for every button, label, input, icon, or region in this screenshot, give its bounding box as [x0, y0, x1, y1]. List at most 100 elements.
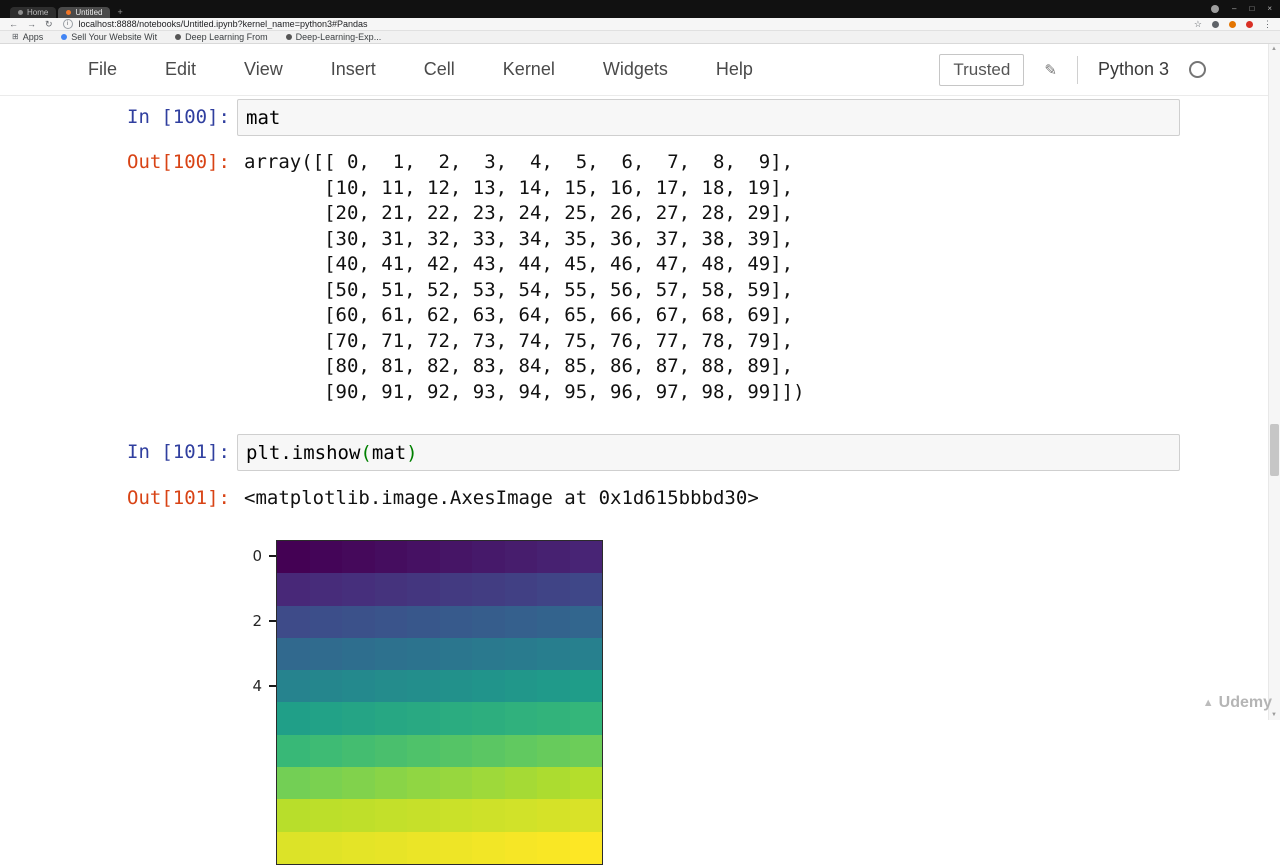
- heatmap-cell: [342, 799, 375, 832]
- menu-item-kernel[interactable]: Kernel: [503, 59, 555, 80]
- heatmap-cell: [569, 831, 602, 864]
- udemy-watermark: ▲ Udemy: [1203, 694, 1272, 712]
- heatmap-cell: [504, 541, 537, 574]
- close-paren: ): [406, 441, 418, 464]
- heatmap-cell: [537, 702, 570, 735]
- divider: [1076, 55, 1078, 84]
- scroll-up-icon[interactable]: ▲: [1271, 46, 1277, 52]
- heatmap-cell: [569, 767, 602, 800]
- heatmap-cell: [277, 799, 310, 832]
- out-prompt-101: Out[101]:: [127, 487, 230, 509]
- bookmark-deep-learning-from[interactable]: Deep Learning From: [175, 32, 268, 42]
- heatmap-cell: [439, 831, 472, 864]
- menu-item-help[interactable]: Help: [716, 59, 753, 80]
- menubar-right: Trusted ✎ Python 3: [939, 44, 1206, 95]
- menu-item-widgets[interactable]: Widgets: [603, 59, 668, 80]
- bookmark-label: Sell Your Website Wit: [71, 32, 158, 42]
- code-cell-input-101[interactable]: plt.imshow(mat): [237, 434, 1180, 471]
- forward-icon[interactable]: →: [27, 19, 36, 29]
- heatmap-cell: [472, 637, 505, 671]
- heatmap-cell: [504, 831, 537, 864]
- heatmap-cell: [472, 670, 505, 703]
- heatmap-cell: [569, 605, 602, 638]
- heatmap-cell: [309, 799, 342, 832]
- scroll-down-icon[interactable]: ▼: [1271, 712, 1277, 718]
- back-icon[interactable]: ←: [9, 19, 18, 29]
- bookmark-star-icon[interactable]: ☆: [1194, 19, 1202, 30]
- menu-item-cell[interactable]: Cell: [424, 59, 455, 80]
- heatmap-cell: [309, 734, 342, 768]
- extension-icon-2[interactable]: [1229, 20, 1236, 28]
- menu-item-view[interactable]: View: [244, 59, 283, 80]
- page-scrollbar[interactable]: ▲ ▼: [1268, 44, 1280, 720]
- heatmap-cell: [342, 734, 375, 768]
- heatmap-cell: [537, 605, 570, 638]
- heatmap-cell: [472, 702, 505, 735]
- matplotlib-figure: 0 2 4: [0, 540, 1268, 865]
- kernel-name-label: Python 3: [1097, 59, 1169, 79]
- heatmap-cell: [472, 799, 505, 832]
- menu-item-edit[interactable]: Edit: [165, 59, 196, 80]
- site-favicon: [175, 34, 182, 40]
- heatmap-cell: [277, 637, 310, 671]
- heatmap-cell: [342, 541, 375, 574]
- tab-untitled[interactable]: Untitled: [58, 7, 111, 18]
- heatmap-cell: [374, 605, 407, 638]
- bookmark-deep-learning-exp-[interactable]: Deep-Learning-Exp...: [285, 32, 381, 42]
- trusted-badge[interactable]: Trusted: [939, 53, 1025, 86]
- code-cell-input-100[interactable]: mat: [237, 99, 1180, 136]
- heatmap-cell: [537, 573, 570, 606]
- code-text: mat: [246, 106, 281, 129]
- heatmap-cell: [537, 799, 570, 832]
- bookmark-apps[interactable]: ⊞ Apps: [12, 32, 43, 42]
- refresh-icon[interactable]: ↻: [45, 19, 53, 30]
- heatmap-cell: [277, 541, 310, 574]
- window-controls: – □ ×: [1211, 4, 1272, 13]
- heatmap-cell: [504, 670, 537, 703]
- heatmap-cell: [504, 637, 537, 671]
- heatmap-cell: [342, 702, 375, 735]
- site-info-icon[interactable]: i: [62, 19, 73, 29]
- heatmap-cell: [439, 541, 472, 574]
- tab-label: Untitled: [75, 8, 103, 17]
- scrollbar-thumb[interactable]: [1270, 424, 1279, 476]
- heatmap-cell: [569, 799, 602, 832]
- edit-mode-pencil-icon: ✎: [1044, 61, 1057, 79]
- new-tab-button[interactable]: +: [117, 7, 122, 17]
- maximize-button[interactable]: □: [1249, 4, 1254, 13]
- y-tick-label: 2: [252, 612, 262, 631]
- y-tick-label: 4: [252, 677, 262, 696]
- heatmap-cell: [407, 831, 440, 864]
- extension-icon-1[interactable]: [1212, 20, 1219, 28]
- udemy-logo-icon: ▲: [1202, 697, 1214, 709]
- heatmap-cell: [309, 831, 342, 864]
- menu-item-file[interactable]: File: [88, 59, 117, 80]
- bookmark-sell-your-website-wit[interactable]: Sell Your Website Wit: [61, 32, 157, 42]
- url-text[interactable]: localhost:8888/notebooks/Untitled.ipynb?…: [79, 19, 368, 29]
- heatmap-cell: [342, 670, 375, 703]
- heatmap-cell: [569, 734, 602, 768]
- profile-icon[interactable]: [1211, 4, 1220, 13]
- close-button[interactable]: ×: [1267, 4, 1272, 13]
- tab-home[interactable]: Home: [10, 7, 57, 18]
- minimize-button[interactable]: –: [1232, 4, 1236, 13]
- heatmap-cell: [504, 799, 537, 832]
- heatmap-cell: [504, 767, 537, 800]
- heatmap-cell: [309, 605, 342, 638]
- menu-item-insert[interactable]: Insert: [331, 59, 376, 80]
- heatmap-cell: [407, 734, 440, 768]
- code-text: plt.imshow: [246, 441, 361, 464]
- heatmap-cell: [277, 702, 310, 735]
- y-tick-mark: [269, 555, 276, 558]
- heatmap-cell: [504, 573, 537, 606]
- heatmap-cell: [407, 541, 440, 574]
- heatmap-cell: [537, 734, 570, 768]
- extension-icon-3[interactable]: [1246, 20, 1253, 28]
- out-prompt-100: Out[100]:: [127, 151, 230, 173]
- heatmap-cell: [407, 637, 440, 671]
- heatmap-cell: [309, 573, 342, 606]
- kernel-status-icon: [1189, 61, 1206, 78]
- heatmap-cell: [342, 605, 375, 638]
- heatmap-cell: [439, 670, 472, 703]
- browser-menu-icon[interactable]: ⋮: [1263, 19, 1272, 30]
